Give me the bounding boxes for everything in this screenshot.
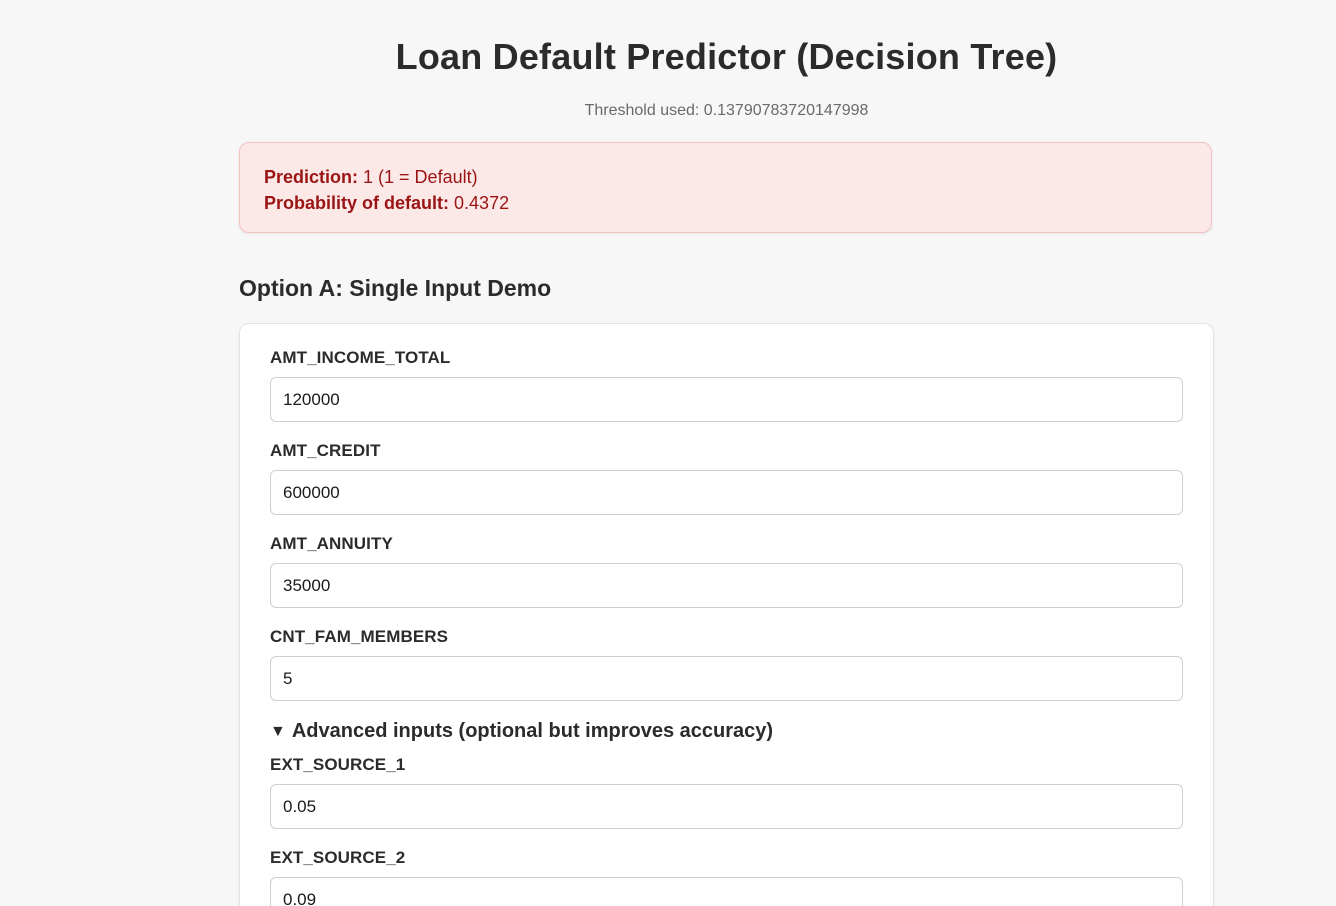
prediction-result-alert: Prediction: 1 (1 = Default) Probability … [239,142,1212,233]
probability-label: Probability of default: [264,193,450,213]
page-title: Loan Default Predictor (Decision Tree) [395,36,1058,77]
prediction-label: Prediction: [264,167,359,187]
amt-credit-input[interactable] [270,470,1183,515]
section-title: Option A: Single Input Demo [239,275,552,301]
advanced-inputs-toggle[interactable]: ▼ Advanced inputs (optional but improves… [270,720,773,743]
amt-income-total-label: AMT_INCOME_TOTAL [270,348,451,367]
field-cnt-fam-members: CNT_FAM_MEMBERS [270,627,1183,701]
threshold-text: Threshold used: 0.13790783720147998 [584,102,869,119]
field-amt-income-total: AMT_INCOME_TOTAL [270,348,1183,422]
amt-annuity-label: AMT_ANNUITY [270,534,393,553]
cnt-fam-members-input[interactable] [270,656,1183,701]
field-ext-source-1: EXT_SOURCE_1 [270,755,1183,829]
prediction-line: Prediction: 1 (1 = Default) [264,164,1187,190]
single-input-form-card: AMT_INCOME_TOTAL AMT_CREDIT AMT_ANNUITY … [239,323,1214,906]
ext-source-2-label: EXT_SOURCE_2 [270,848,406,867]
ext-source-2-input[interactable] [270,877,1183,906]
advanced-inputs-summary: Advanced inputs (optional but improves a… [291,720,774,742]
page: Loan Default Predictor (Decision Tree) T… [0,0,1336,906]
ext-source-1-label: EXT_SOURCE_1 [270,755,406,774]
amt-annuity-input[interactable] [270,563,1183,608]
field-amt-credit: AMT_CREDIT [270,441,1183,515]
ext-source-1-input[interactable] [270,784,1183,829]
triangle-down-icon: ▼ [270,722,286,740]
field-amt-annuity: AMT_ANNUITY [270,534,1183,608]
amt-credit-label: AMT_CREDIT [270,441,381,460]
probability-value: 0.4372 [454,193,510,213]
cnt-fam-members-label: CNT_FAM_MEMBERS [270,627,449,646]
field-ext-source-2: EXT_SOURCE_2 [270,848,1183,906]
amt-income-total-input[interactable] [270,377,1183,422]
probability-line: Probability of default: 0.4372 [264,190,1187,216]
prediction-value: 1 (1 = Default) [363,167,478,187]
